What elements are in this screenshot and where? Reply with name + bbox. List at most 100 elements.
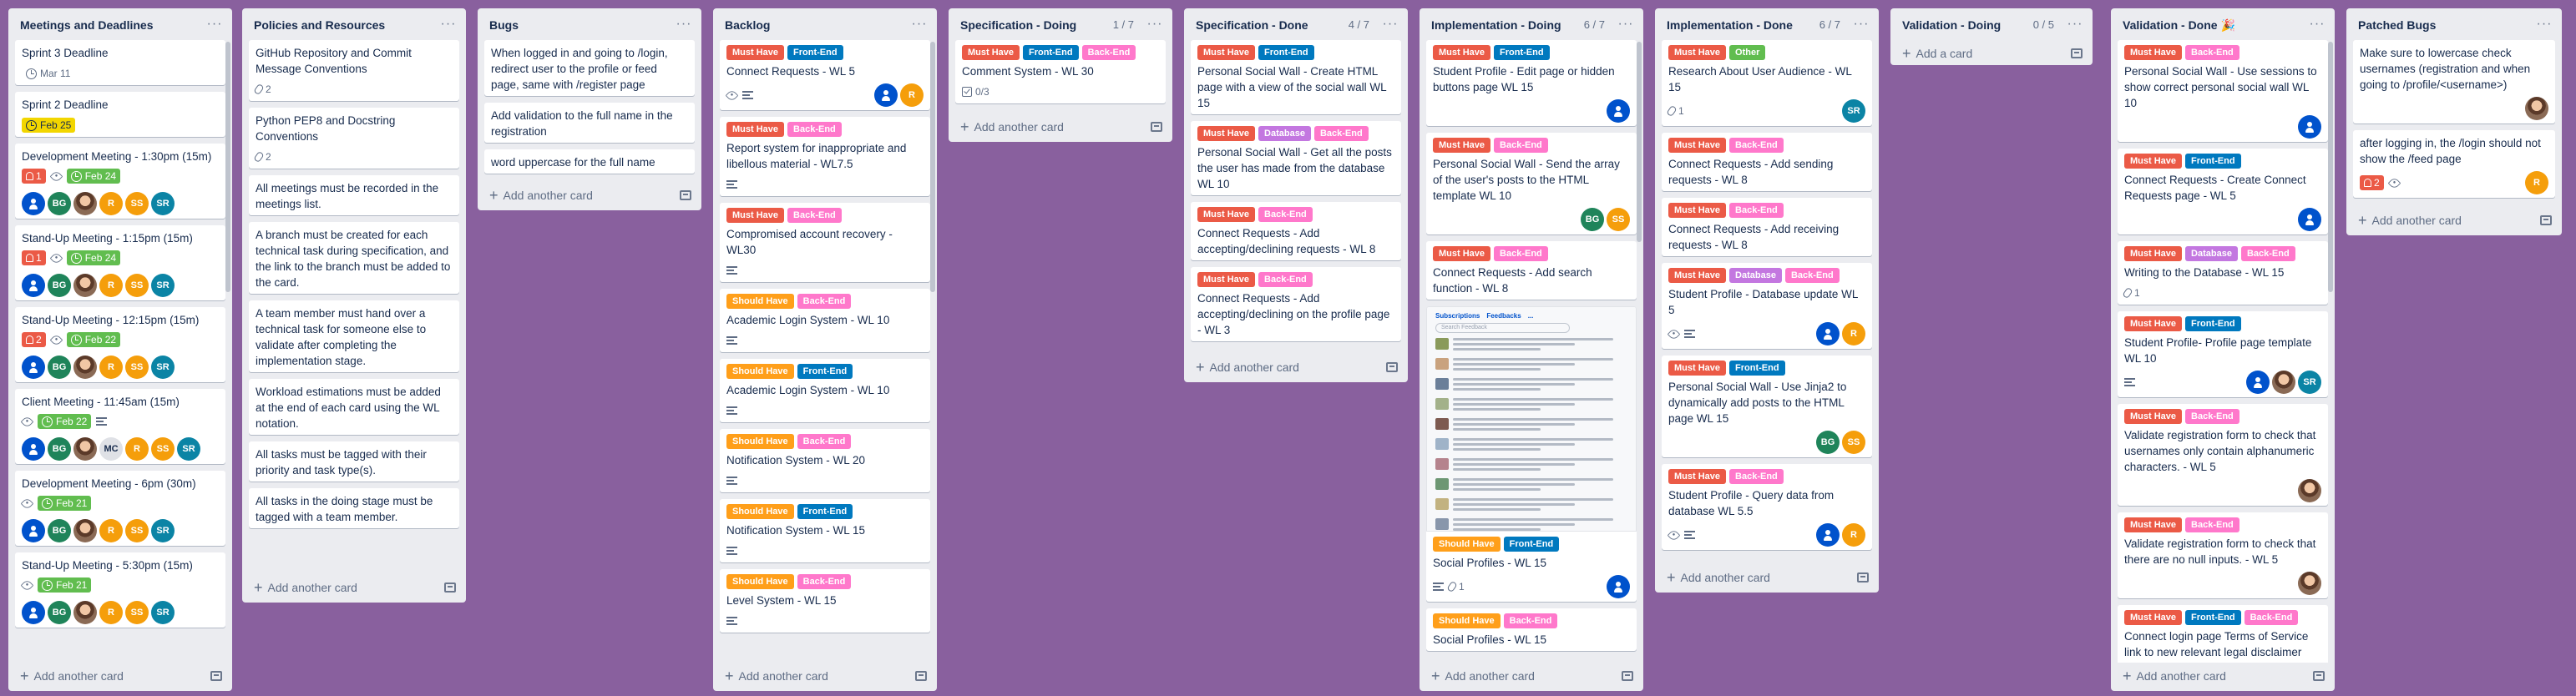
add-card-button[interactable]: + Add another card <box>1420 663 1643 691</box>
due-date-badge[interactable]: Feb 24 <box>66 250 121 265</box>
member-avatar[interactable]: SS <box>125 601 149 624</box>
list-title[interactable]: Patched Bugs <box>2358 15 2535 33</box>
list-title[interactable]: Validation - Doing <box>1902 15 2028 33</box>
add-card-button[interactable]: + Add another card <box>8 663 232 691</box>
card[interactable]: word uppercase for the full name <box>484 149 695 174</box>
member-avatar[interactable]: SS <box>125 274 149 297</box>
card[interactable]: Must Have Back-End Connect Requests - Add … <box>1662 198 1872 256</box>
member-avatar[interactable] <box>2525 97 2548 120</box>
member-avatar[interactable]: BG <box>48 356 71 379</box>
member-avatar[interactable]: R <box>99 601 123 624</box>
card[interactable]: Must Have Front-End Student Profile - Edit… <box>1426 40 1637 126</box>
card[interactable]: Must Have Database Back-End Personal Social… <box>1191 121 1401 195</box>
card[interactable]: Should Have Back-End Level System - WL 15 <box>720 569 930 633</box>
card[interactable]: after logging in, the /login should not … <box>2353 130 2555 198</box>
add-card-button[interactable]: + Add another card <box>1655 564 1879 593</box>
card[interactable]: Add validation to the full name in the r… <box>484 103 695 143</box>
card[interactable]: Must Have Back-End Personal Social Wall - … <box>1426 133 1637 235</box>
list-title[interactable]: Meetings and Deadlines <box>20 15 205 33</box>
card[interactable]: All meetings must be recorded in the mee… <box>249 175 459 215</box>
member-avatar[interactable] <box>1816 523 1840 547</box>
card[interactable]: Client Meeting - 11:45am (15m) Feb 22 BG MC… <box>15 389 225 464</box>
card[interactable]: Should Have Back-End Academic Login System… <box>720 289 930 352</box>
card[interactable]: Must Have Back-End Student Profile - Query… <box>1662 464 1872 550</box>
member-avatar[interactable] <box>2298 208 2321 231</box>
member-avatar[interactable]: SS <box>1842 431 1865 454</box>
card[interactable]: Development Meeting - 6pm (30m) Feb 21 BG R… <box>15 471 225 546</box>
card[interactable]: Must Have Back-End Report system for inapp… <box>720 117 930 196</box>
due-date-badge[interactable]: Feb 25 <box>22 118 76 133</box>
member-avatar[interactable]: SR <box>1842 99 1865 123</box>
member-avatar[interactable] <box>2298 479 2321 502</box>
card[interactable]: Must Have Front-End Connect Requests - Cre… <box>2118 149 2328 235</box>
member-avatar[interactable]: SR <box>151 192 175 215</box>
card-template-icon[interactable] <box>1151 122 1162 132</box>
card[interactable]: Stand-Up Meeting - 1:15pm (15m) 1 Feb 24 BG… <box>15 225 225 300</box>
list-menu-icon[interactable]: ··· <box>439 15 458 33</box>
member-avatar[interactable]: SS <box>125 192 149 215</box>
list-menu-icon[interactable]: ··· <box>675 15 693 33</box>
list-menu-icon[interactable]: ··· <box>205 15 224 33</box>
card[interactable]: Must Have Front-End Back-End Connect login … <box>2118 605 2328 663</box>
add-card-button[interactable]: + Add a card <box>1890 40 2093 65</box>
card[interactable]: Development Meeting - 1:30pm (15m) 1 Feb 2… <box>15 144 225 219</box>
card[interactable]: All tasks in the doing stage must be tag… <box>249 488 459 528</box>
list-menu-icon[interactable]: ··· <box>1617 15 1635 33</box>
list-menu-icon[interactable]: ··· <box>2066 15 2084 33</box>
card[interactable]: Must Have Database Back-End Writing to the … <box>2118 241 2328 305</box>
card[interactable]: Must Have Other Research About User Audien… <box>1662 40 1872 126</box>
list-scrollbar[interactable] <box>2328 42 2333 292</box>
member-avatar[interactable]: SR <box>177 437 200 461</box>
card[interactable]: Subscriptions Feedbacks... Search Feedback… <box>1426 306 1637 602</box>
member-avatar[interactable]: R <box>1842 322 1865 345</box>
card[interactable]: Must Have Back-End Connect Requests - Add … <box>1191 267 1401 341</box>
member-avatar[interactable]: SR <box>151 356 175 379</box>
member-avatar[interactable]: BG <box>48 274 71 297</box>
add-card-button[interactable]: + Add another card <box>713 663 937 691</box>
card[interactable]: When logged in and going to /login, redi… <box>484 40 695 96</box>
add-card-button[interactable]: + Add another card <box>2346 207 2562 235</box>
list-title[interactable]: Validation - Done 🎉 <box>2123 15 2308 33</box>
list-title[interactable]: Specification - Doing <box>960 15 1108 33</box>
card[interactable]: Must Have Front-End Connect Requests - WL … <box>720 40 930 110</box>
member-avatar[interactable]: SS <box>1607 208 1630 231</box>
due-date-badge[interactable]: Feb 22 <box>38 414 92 429</box>
add-card-button[interactable]: + Add another card <box>242 574 466 603</box>
list-menu-icon[interactable]: ··· <box>910 15 929 33</box>
member-avatar[interactable] <box>2246 371 2270 394</box>
card[interactable]: Should Have Back-End Social Profiles - WL … <box>1426 608 1637 651</box>
member-avatar[interactable]: BG <box>1581 208 1604 231</box>
member-avatar[interactable]: SR <box>2298 371 2321 394</box>
member-avatar[interactable] <box>73 437 97 461</box>
due-date-badge[interactable]: Feb 21 <box>38 577 92 593</box>
card[interactable]: All tasks must be tagged with their prio… <box>249 441 459 482</box>
member-avatar[interactable] <box>1607 99 1630 123</box>
card-template-icon[interactable] <box>2540 215 2552 225</box>
card[interactable]: Must Have Front-End Back-End Comment System… <box>955 40 1166 103</box>
list-menu-icon[interactable]: ··· <box>2535 15 2553 33</box>
member-avatar[interactable]: SS <box>151 437 175 461</box>
card-template-icon[interactable] <box>2313 671 2325 681</box>
list-scrollbar[interactable] <box>225 42 230 292</box>
card[interactable]: A team member must hand over a technical… <box>249 300 459 372</box>
card[interactable]: Python PEP8 and Docstring Conventions 2 <box>249 108 459 169</box>
member-avatar[interactable]: SR <box>151 519 175 542</box>
member-avatar[interactable]: R <box>1842 523 1865 547</box>
member-avatar[interactable] <box>1607 575 1630 598</box>
member-avatar[interactable] <box>73 519 97 542</box>
list-title[interactable]: Implementation - Doing <box>1431 15 1579 33</box>
member-avatar[interactable] <box>73 601 97 624</box>
member-avatar[interactable]: SS <box>125 356 149 379</box>
member-avatar[interactable]: R <box>99 192 123 215</box>
due-date-badge[interactable]: Feb 22 <box>66 332 121 347</box>
card[interactable]: Should Have Front-End Notification System … <box>720 499 930 562</box>
add-card-button[interactable]: + Add another card <box>1184 354 1408 382</box>
card[interactable]: Stand-Up Meeting - 5:30pm (15m) Feb 21 BG R… <box>15 552 225 628</box>
list-scrollbar[interactable] <box>1637 42 1642 242</box>
card[interactable]: Stand-Up Meeting - 12:15pm (15m) 2 Feb 22 B… <box>15 307 225 382</box>
card-template-icon[interactable] <box>2071 48 2083 58</box>
member-avatar[interactable]: R <box>125 437 149 461</box>
card[interactable]: Must Have Back-End Personal Social Wall - … <box>2118 40 2328 142</box>
card-template-icon[interactable] <box>444 583 456 593</box>
list-menu-icon[interactable]: ··· <box>2308 15 2326 33</box>
